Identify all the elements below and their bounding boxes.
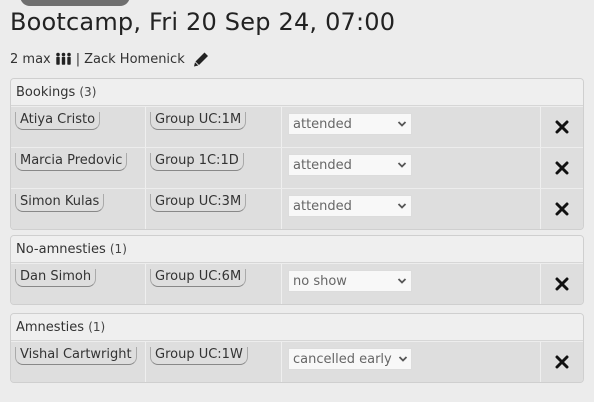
group-link[interactable]: Group UC:1W <box>150 347 248 365</box>
delete-cell <box>541 342 583 382</box>
status-value: no show <box>293 273 347 289</box>
section-title: Amnesties <box>16 320 85 335</box>
status-cell: attended <box>282 148 541 188</box>
section-panel-amnesties: Amnesties (1) Vishal Cartwright Group UC:1… <box>10 313 584 383</box>
section-title: No-amnesties <box>16 242 106 257</box>
status-select[interactable]: attended <box>288 154 412 176</box>
status-select[interactable]: cancelled early <box>288 348 412 370</box>
name-cell: Marcia Predovic <box>11 148 146 188</box>
chevron-down-icon <box>397 201 407 211</box>
pencil-icon[interactable] <box>193 51 210 67</box>
delete-cell <box>541 107 583 147</box>
chevron-down-icon <box>398 354 408 364</box>
section-panel-no-amnesties: No-amnesties (1) Dan Simoh Group UC:6M no s… <box>10 235 584 305</box>
section-title: Bookings <box>16 85 76 100</box>
status-cell: no show <box>282 264 541 304</box>
name-cell: Dan Simoh <box>11 264 146 304</box>
attendee-name-link[interactable]: Dan Simoh <box>15 269 97 287</box>
section-header: Bookings (3) <box>11 79 583 106</box>
top-tab-shadow <box>20 0 130 6</box>
attendee-name-link[interactable]: Marcia Predovic <box>15 153 128 171</box>
section-count: (1) <box>109 242 127 256</box>
name-cell: Atiya Cristo <box>11 107 146 147</box>
instructor-name: Zack Homenick <box>84 51 185 67</box>
table-row: Simon Kulas Group UC:3M attended <box>11 188 583 229</box>
chevron-down-icon <box>397 160 407 170</box>
capacity-text: 2 max <box>10 51 51 67</box>
section-panel-bookings: Bookings (3) Atiya Cristo Group UC:1M atten… <box>10 78 584 230</box>
page-title: Bootcamp, Fri 20 Sep 24, 07:00 <box>10 8 396 36</box>
group-link[interactable]: Group UC:6M <box>150 269 247 287</box>
table-row: Dan Simoh Group UC:6M no show <box>11 263 583 304</box>
table-row: Atiya Cristo Group UC:1M attended <box>11 106 583 147</box>
table-row: Marcia Predovic Group 1C:1D attended <box>11 147 583 188</box>
status-select[interactable]: attended <box>288 113 412 135</box>
name-cell: Vishal Cartwright <box>11 342 146 382</box>
status-value: attended <box>293 198 352 214</box>
group-cell: Group UC:1W <box>146 342 282 382</box>
attendee-name-link[interactable]: Vishal Cartwright <box>15 347 137 365</box>
group-cell: Group UC:3M <box>146 189 282 229</box>
close-icon[interactable] <box>555 161 569 175</box>
status-value: attended <box>293 116 352 132</box>
status-select[interactable]: no show <box>288 270 412 292</box>
attendee-name-link[interactable]: Simon Kulas <box>15 194 105 212</box>
people-icon <box>55 52 72 66</box>
attendee-name-link[interactable]: Atiya Cristo <box>15 112 101 130</box>
status-select[interactable]: attended <box>288 195 412 217</box>
section-count: (3) <box>79 85 97 99</box>
group-cell: Group UC:6M <box>146 264 282 304</box>
section-header: No-amnesties (1) <box>11 236 583 263</box>
chevron-down-icon <box>397 119 407 129</box>
group-link[interactable]: Group UC:3M <box>150 194 247 212</box>
status-value: cancelled early <box>293 351 392 367</box>
name-cell: Simon Kulas <box>11 189 146 229</box>
close-icon[interactable] <box>555 202 569 216</box>
delete-cell <box>541 148 583 188</box>
delete-cell <box>541 189 583 229</box>
status-cell: cancelled early <box>282 342 541 382</box>
table-row: Vishal Cartwright Group UC:1W cancelled ea… <box>11 341 583 382</box>
section-header: Amnesties (1) <box>11 314 583 341</box>
close-icon[interactable] <box>555 277 569 291</box>
status-value: attended <box>293 157 352 173</box>
group-link[interactable]: Group 1C:1D <box>150 153 244 171</box>
group-cell: Group UC:1M <box>146 107 282 147</box>
chevron-down-icon <box>397 276 407 286</box>
delete-cell <box>541 264 583 304</box>
status-cell: attended <box>282 189 541 229</box>
close-icon[interactable] <box>555 120 569 134</box>
group-cell: Group 1C:1D <box>146 148 282 188</box>
class-info-line: 2 max | Zack Homenick <box>10 51 210 67</box>
separator: | <box>75 51 81 67</box>
close-icon[interactable] <box>555 355 569 369</box>
status-cell: attended <box>282 107 541 147</box>
group-link[interactable]: Group UC:1M <box>150 112 247 130</box>
section-count: (1) <box>88 320 106 334</box>
